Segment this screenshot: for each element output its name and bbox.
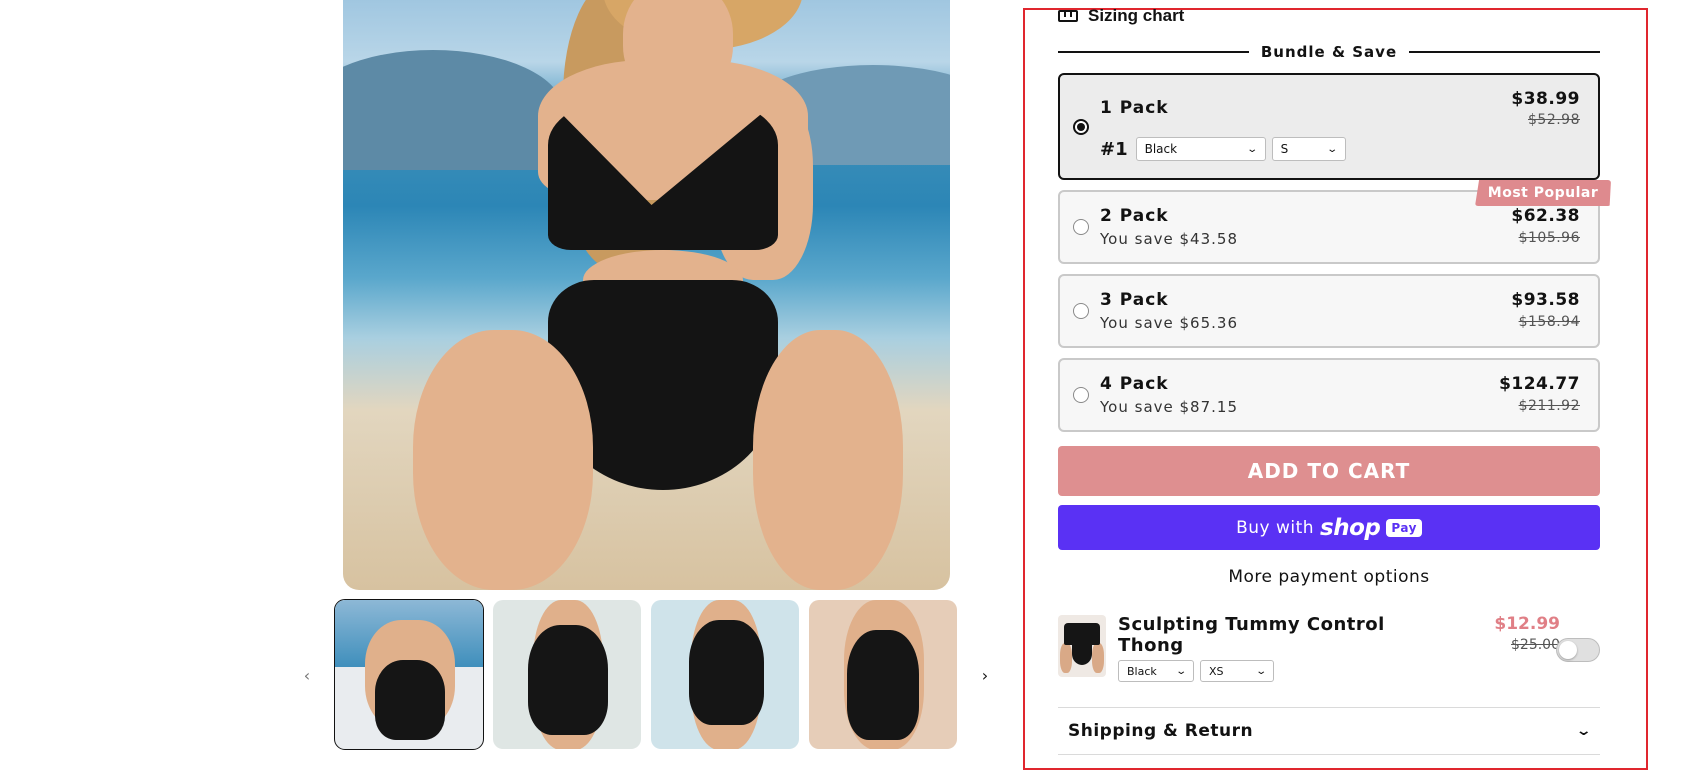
chevron-down-icon: ⌄	[1254, 665, 1267, 677]
bundle-heading: Bundle & Save	[1058, 42, 1600, 62]
select-value: Black	[1144, 142, 1178, 156]
shop-pay-button[interactable]: Buy with shop Pay	[1058, 505, 1600, 550]
thumbnail-2[interactable]	[493, 600, 641, 749]
radio-button[interactable]	[1073, 387, 1089, 403]
pack-savings: You save $43.58	[1100, 230, 1238, 248]
bundle-heading-text: Bundle & Save	[1260, 43, 1398, 61]
pack-old-price: $105.96	[1518, 230, 1580, 246]
thumbnail-4[interactable]	[809, 600, 957, 749]
gallery-next-button[interactable]: ›	[975, 663, 995, 687]
pack-title: 1 Pack	[1100, 98, 1169, 118]
pack-price: $124.77	[1499, 374, 1580, 394]
bundle-option-1-pack[interactable]: 1 Pack $38.99 $52.98 #1 Black ⌄ S ⌄	[1058, 73, 1600, 180]
pack-title: 4 Pack	[1100, 374, 1169, 394]
image-garment	[1072, 643, 1092, 665]
chevron-down-icon: ⌄	[1174, 665, 1187, 677]
add-to-cart-button[interactable]: ADD TO CART	[1058, 446, 1600, 496]
thumb-swimsuit	[528, 625, 608, 735]
upsell-title: Sculpting Tummy Control Thong	[1118, 614, 1385, 656]
upsell-old-price: $25.00	[1511, 637, 1560, 653]
pack-old-price: $52.98	[1528, 112, 1580, 128]
pack-title: 3 Pack	[1100, 290, 1169, 310]
chevron-down-icon: ⌄	[1246, 143, 1259, 155]
upsell-variant-row: Black ⌄ XS ⌄	[1118, 660, 1274, 682]
divider	[1058, 51, 1249, 53]
variant-row: #1 Black ⌄ S ⌄	[1100, 137, 1346, 161]
radio-button[interactable]	[1073, 303, 1089, 319]
pack-title: 2 Pack	[1100, 206, 1169, 226]
pay-chip: Pay	[1386, 518, 1422, 537]
size-select[interactable]: S ⌄	[1271, 137, 1346, 161]
image-leg	[753, 330, 903, 590]
pack-price: $38.99	[1511, 89, 1580, 109]
shipping-return-accordion[interactable]: Shipping & Return ⌄	[1058, 707, 1600, 755]
thumb-swimsuit	[375, 660, 445, 740]
upsell-price: $12.99	[1494, 614, 1560, 634]
gallery-prev-button[interactable]: ‹	[297, 663, 317, 687]
variant-number: #1	[1100, 138, 1128, 160]
upsell-product-image	[1058, 615, 1106, 677]
pack-price: $62.38	[1511, 206, 1580, 226]
chevron-left-icon: ‹	[303, 665, 311, 685]
color-select[interactable]: Black ⌄	[1135, 137, 1266, 161]
divider	[1409, 51, 1600, 53]
select-value: Black	[1127, 664, 1157, 678]
thumbnail-3[interactable]	[651, 600, 799, 749]
pack-price: $93.58	[1511, 290, 1580, 310]
sizing-chart-label: Sizing chart	[1088, 6, 1185, 25]
most-popular-badge: Most Popular	[1475, 180, 1611, 206]
upsell-color-select[interactable]: Black ⌄	[1118, 660, 1194, 682]
accordion-label: Shipping & Return	[1068, 721, 1254, 741]
sizing-chart-link[interactable]: Sizing chart	[1058, 6, 1184, 26]
image-garment	[1064, 623, 1100, 645]
pack-savings: You save $87.15	[1100, 398, 1238, 416]
thumbnail-1[interactable]	[334, 599, 484, 750]
bundle-option-4-pack[interactable]: 4 Pack You save $87.15 $124.77 $211.92	[1058, 358, 1600, 432]
upsell-toggle[interactable]	[1556, 638, 1600, 662]
image-leg	[1092, 643, 1104, 673]
pack-savings: You save $65.36	[1100, 314, 1238, 332]
chevron-down-icon: ⌄	[1326, 143, 1339, 155]
pack-old-price: $211.92	[1518, 398, 1580, 414]
pack-old-price: $158.94	[1518, 314, 1580, 330]
bundle-option-3-pack[interactable]: 3 Pack You save $65.36 $93.58 $158.94	[1058, 274, 1600, 348]
shop-logo: shop	[1320, 514, 1381, 541]
upsell-size-select[interactable]: XS ⌄	[1200, 660, 1274, 682]
buy-with-label: Buy with	[1236, 517, 1315, 538]
image-leg	[413, 330, 593, 590]
product-main-image[interactable]	[343, 0, 950, 590]
chevron-right-icon: ›	[981, 665, 989, 685]
radio-button[interactable]	[1073, 119, 1089, 135]
image-leg	[1060, 643, 1072, 673]
ruler-icon	[1058, 10, 1078, 22]
thumb-swimsuit	[689, 620, 764, 725]
more-payment-options-link[interactable]: More payment options	[1058, 567, 1600, 587]
select-value: S	[1280, 142, 1289, 156]
radio-button[interactable]	[1073, 219, 1089, 235]
select-value: XS	[1209, 664, 1224, 678]
image-mountain	[343, 50, 563, 170]
chevron-down-icon: ⌄	[1575, 723, 1593, 739]
thumb-swimsuit	[847, 630, 919, 740]
